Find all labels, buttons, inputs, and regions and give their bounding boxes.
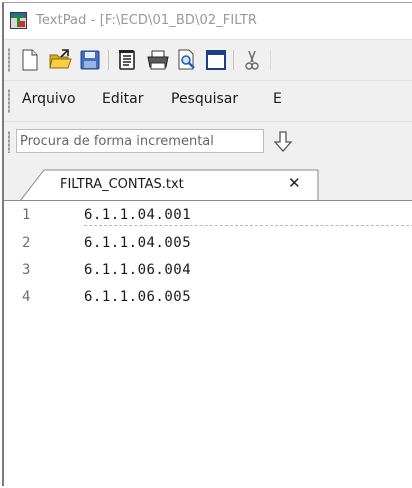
line-text[interactable]: 6.1.1.06.005 [84, 289, 191, 305]
textpad-window: TextPad - [F:\ECD\01_BD\02_FILTR Arquivo… [2, 2, 412, 486]
menu-bar: Arquivo Editar Pesquisar E [4, 80, 412, 121]
tab-close-icon[interactable]: ✕ [288, 175, 301, 191]
document-tab-strip: FILTRA_CONTAS.txt ✕ [4, 162, 412, 202]
textpad-app-icon[interactable] [10, 12, 27, 29]
line-text[interactable]: 6.1.1.04.001 [84, 207, 191, 223]
menu-pesquisar[interactable]: Pesquisar [171, 91, 238, 107]
tab-label: FILTRA_CONTAS.txt [60, 177, 184, 192]
current-line-indicator [84, 225, 412, 226]
menu-partial[interactable]: E [273, 91, 282, 107]
find-next-down-arrow-icon[interactable] [272, 130, 294, 154]
editor-line[interactable]: 4 6.1.1.06.005 [4, 289, 412, 310]
main-toolbar [4, 39, 412, 80]
line-number: 3 [22, 262, 31, 278]
line-text[interactable]: 6.1.1.04.005 [84, 235, 191, 251]
print-icon[interactable] [146, 48, 170, 72]
save-icon[interactable] [78, 48, 102, 72]
toolbar-separator [108, 50, 109, 70]
save-all-icon[interactable] [116, 48, 140, 72]
toolbar-grip[interactable] [8, 48, 10, 72]
menu-editar[interactable]: Editar [102, 91, 143, 107]
incremental-search-input[interactable] [16, 129, 264, 153]
toolbar-separator [233, 50, 234, 70]
open-folder-icon[interactable] [48, 48, 72, 72]
editor-line[interactable]: 2 6.1.1.04.005 [4, 235, 412, 256]
line-text[interactable]: 6.1.1.06.004 [84, 262, 191, 278]
cut-icon[interactable] [240, 48, 264, 72]
title-bar[interactable]: TextPad - [F:\ECD\01_BD\02_FILTR [4, 3, 412, 39]
print-preview-icon[interactable] [175, 48, 199, 72]
new-document-icon[interactable] [18, 48, 42, 72]
text-editor[interactable]: 1 6.1.1.04.001 2 6.1.1.04.005 3 6.1.1.06… [4, 200, 412, 486]
toolbar-separator [270, 50, 271, 70]
editor-line[interactable]: 3 6.1.1.06.004 [4, 262, 412, 283]
menu-arquivo[interactable]: Arquivo [22, 91, 76, 107]
menubar-grip[interactable] [8, 89, 10, 113]
window-title: TextPad - [F:\ECD\01_BD\02_FILTR [36, 13, 258, 28]
line-number: 4 [22, 289, 31, 305]
window-icon[interactable] [204, 48, 228, 72]
incremental-search-bar [4, 121, 412, 162]
line-number: 2 [22, 235, 31, 251]
searchbar-grip[interactable] [8, 131, 10, 153]
line-number: 1 [22, 207, 31, 223]
